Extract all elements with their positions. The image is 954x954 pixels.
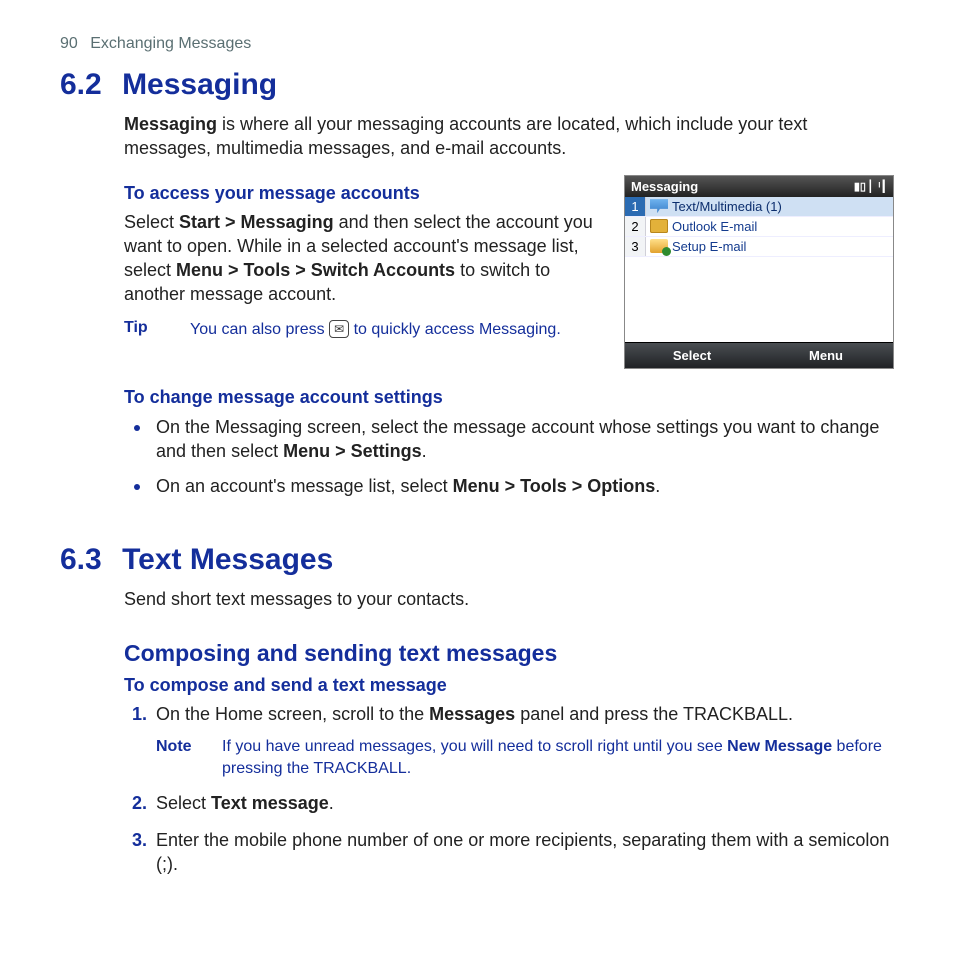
section-number: 6.3 bbox=[60, 543, 102, 576]
bullet-text: . bbox=[655, 476, 660, 496]
row-label: Setup E-mail bbox=[672, 237, 746, 256]
section-title: Messaging bbox=[122, 68, 277, 101]
page-header: 90 Exchanging Messages bbox=[60, 35, 894, 53]
bullet-bold: Menu > Settings bbox=[283, 441, 422, 461]
change-settings-list: On the Messaging screen, select the mess… bbox=[124, 414, 894, 499]
intro-paragraph: Messaging is where all your messaging ac… bbox=[124, 112, 894, 161]
step-3: Enter the mobile phone number of one or … bbox=[152, 828, 894, 877]
signal-icon: ▏ᴵ┃ bbox=[870, 180, 887, 193]
compose-heading: To compose and send a text message bbox=[124, 675, 894, 696]
setup-mail-icon bbox=[650, 239, 668, 253]
intro-63: Send short text messages to your contact… bbox=[124, 587, 894, 611]
section-heading-6-2: 6.2 Messaging bbox=[60, 68, 894, 102]
intro-text: is where all your messaging accounts are… bbox=[124, 114, 807, 158]
step-bold: Messages bbox=[429, 704, 515, 724]
subsection-heading: Composing and sending text messages bbox=[124, 640, 894, 667]
chapter-title: Exchanging Messages bbox=[90, 35, 251, 52]
step-text: . bbox=[329, 793, 334, 813]
step-2: Select Text message. bbox=[152, 791, 894, 815]
step-text: On the Home screen, scroll to the bbox=[156, 704, 429, 724]
battery-icon: ▮▯ bbox=[854, 180, 866, 193]
manual-page: 90 Exchanging Messages 6.2 Messaging Mes… bbox=[0, 0, 954, 928]
device-row-1[interactable]: 1 Text/Multimedia (1) bbox=[625, 197, 893, 217]
row-number: 3 bbox=[625, 237, 646, 256]
access-text-col: To access your message accounts Select S… bbox=[124, 175, 606, 341]
softkey-menu[interactable]: Menu bbox=[759, 342, 893, 368]
step-text: panel and press the TRACKBALL. bbox=[515, 704, 793, 724]
note-row: Note If you have unread messages, you wi… bbox=[156, 736, 894, 779]
step-1: On the Home screen, scroll to the Messag… bbox=[152, 702, 894, 779]
device-softkey-bar: Select Menu bbox=[625, 342, 893, 368]
access-bold-1: Start > Messaging bbox=[179, 212, 334, 232]
device-row-2[interactable]: 2 Outlook E-mail bbox=[625, 217, 893, 237]
step-bold: Text message bbox=[211, 793, 329, 813]
bullet-bold: Menu > Tools > Options bbox=[453, 476, 656, 496]
note-pre: If you have unread messages, you will ne… bbox=[222, 738, 727, 755]
access-row: To access your message accounts Select S… bbox=[124, 175, 894, 369]
section-body: Messaging is where all your messaging ac… bbox=[124, 112, 894, 498]
tip-text: You can also press ✉ to quickly access M… bbox=[190, 319, 606, 341]
note-text: If you have unread messages, you will ne… bbox=[222, 736, 894, 779]
sms-icon bbox=[650, 199, 668, 213]
access-bold-2: Menu > Tools > Switch Accounts bbox=[176, 260, 455, 280]
mail-key-icon: ✉ bbox=[329, 320, 349, 338]
section-heading-6-3: 6.3 Text Messages bbox=[60, 543, 894, 577]
bullet-item: On an account's message list, select Men… bbox=[152, 473, 894, 498]
page-number: 90 bbox=[60, 35, 78, 52]
steps-list: On the Home screen, scroll to the Messag… bbox=[124, 702, 894, 876]
intro-bold: Messaging bbox=[124, 114, 217, 134]
access-paragraph: Select Start > Messaging and then select… bbox=[124, 210, 606, 307]
row-label: Text/Multimedia (1) bbox=[672, 197, 782, 216]
device-screenshot: Messaging ▮▯ ▏ᴵ┃ 1 Text/Multimedia (1) 2 bbox=[624, 175, 894, 369]
access-text: Select bbox=[124, 212, 179, 232]
softkey-select[interactable]: Select bbox=[625, 342, 759, 368]
note-label: Note bbox=[156, 736, 202, 779]
tip-pre: You can also press bbox=[190, 321, 329, 338]
device-status-icons: ▮▯ ▏ᴵ┃ bbox=[854, 180, 887, 193]
bullet-text: On the Messaging screen, select the mess… bbox=[156, 417, 879, 461]
step-text: Select bbox=[156, 793, 211, 813]
tip-post: to quickly access Messaging. bbox=[349, 321, 561, 338]
section-title: Text Messages bbox=[122, 543, 333, 576]
row-label: Outlook E-mail bbox=[672, 217, 757, 236]
device-row-3[interactable]: 3 Setup E-mail bbox=[625, 237, 893, 257]
device-title: Messaging bbox=[631, 179, 854, 194]
tip-row: Tip You can also press ✉ to quickly acce… bbox=[124, 319, 606, 341]
device-titlebar: Messaging ▮▯ ▏ᴵ┃ bbox=[625, 176, 893, 197]
outlook-icon bbox=[650, 219, 668, 233]
section-body-63: Send short text messages to your contact… bbox=[124, 587, 894, 876]
section-number: 6.2 bbox=[60, 68, 102, 101]
bullet-text: . bbox=[422, 441, 427, 461]
bullet-text: On an account's message list, select bbox=[156, 476, 453, 496]
access-heading: To access your message accounts bbox=[124, 183, 606, 204]
tip-label: Tip bbox=[124, 319, 170, 341]
note-bold: New Message bbox=[727, 738, 832, 755]
row-number: 1 bbox=[625, 197, 646, 216]
bullet-item: On the Messaging screen, select the mess… bbox=[152, 414, 894, 464]
change-settings-heading: To change message account settings bbox=[124, 387, 894, 408]
device-account-list: 1 Text/Multimedia (1) 2 Outlook E-mail 3… bbox=[625, 197, 893, 342]
row-number: 2 bbox=[625, 217, 646, 236]
